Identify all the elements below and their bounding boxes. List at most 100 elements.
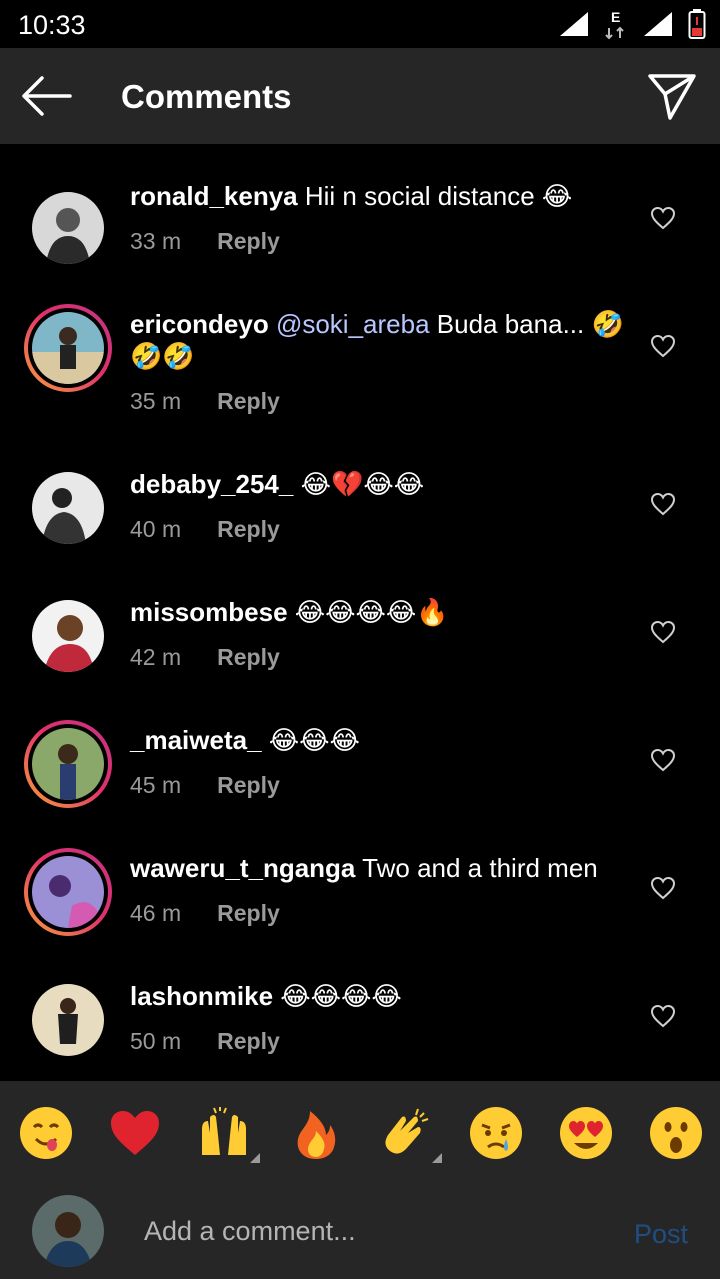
back-button[interactable] xyxy=(20,74,76,118)
emoji-fire-button[interactable] xyxy=(288,1105,344,1161)
avatar-story-ring[interactable] xyxy=(24,720,112,808)
heart-icon[interactable] xyxy=(650,620,676,644)
comments-list[interactable]: ronald_kenya Hii n social distance 😂 33 … xyxy=(0,144,720,1081)
avatar-photo xyxy=(32,472,104,544)
comment-username[interactable]: lashonmike xyxy=(130,981,273,1011)
comment-meta: 33 m Reply xyxy=(130,228,280,255)
emoji-raised-hands-button[interactable] xyxy=(196,1105,260,1163)
current-user-avatar xyxy=(32,1195,104,1267)
post-button[interactable]: Post xyxy=(634,1219,688,1250)
comment-username[interactable]: ronald_kenya xyxy=(130,181,298,211)
raised-hands-icon xyxy=(202,1107,246,1155)
comment-meta: 45 m Reply xyxy=(130,772,280,799)
comment-text: Hii n social distance 😂 xyxy=(304,181,573,211)
signal-icon xyxy=(560,12,588,36)
comment-meta: 50 m Reply xyxy=(130,1028,280,1055)
reply-button[interactable]: Reply xyxy=(217,772,280,798)
comment-time: 40 m xyxy=(130,516,182,542)
comment-mention[interactable]: @soki_areba xyxy=(276,309,430,339)
variant-indicator xyxy=(250,1153,260,1163)
emoji-clap-button[interactable] xyxy=(378,1105,442,1163)
app-bar: Comments xyxy=(0,48,720,144)
heart-icon[interactable] xyxy=(650,334,676,358)
avatar[interactable] xyxy=(24,184,112,272)
comment-input[interactable] xyxy=(144,1213,604,1249)
comment-content: waweru_t_nganga Two and a third men xyxy=(130,852,630,884)
status-time: 10:33 xyxy=(18,10,86,40)
heart-eyes-icon xyxy=(560,1107,612,1159)
comment-content: lashonmike 😂😂😂😂 xyxy=(130,980,630,1012)
avatar[interactable] xyxy=(24,592,112,680)
share-button[interactable] xyxy=(646,70,698,122)
data-network-icon: E xyxy=(605,9,624,40)
comment-text: 😂💔😂😂 xyxy=(300,469,425,499)
heart-icon[interactable] xyxy=(650,748,676,772)
heart-icon[interactable] xyxy=(650,876,676,900)
crying-face-icon xyxy=(470,1107,522,1159)
emoji-crying-button[interactable] xyxy=(468,1105,524,1161)
comment-text: 😂😂😂😂 xyxy=(280,981,402,1011)
avatar-photo xyxy=(32,192,104,264)
emoji-heart-eyes-button[interactable] xyxy=(558,1105,614,1161)
quick-emoji-bar xyxy=(0,1081,720,1185)
comment-content: ronald_kenya Hii n social distance 😂 xyxy=(130,180,630,212)
emoji-yum-button[interactable] xyxy=(18,1105,74,1161)
variant-indicator xyxy=(432,1153,442,1163)
reply-button[interactable]: Reply xyxy=(217,644,280,670)
reply-button[interactable]: Reply xyxy=(217,516,280,542)
comment-text: 😂😂😂 xyxy=(268,725,360,755)
heart-icon[interactable] xyxy=(650,206,676,230)
fire-icon xyxy=(297,1111,336,1159)
comment-composer: Post xyxy=(0,1185,720,1279)
comment-username[interactable]: ericondeyo xyxy=(130,309,269,339)
avatar-photo xyxy=(32,984,104,1056)
comment-time: 46 m xyxy=(130,900,182,926)
reply-button[interactable]: Reply xyxy=(217,900,280,926)
comment-time: 35 m xyxy=(130,388,182,414)
comment-content: ericondeyo @soki_areba Buda bana... 🤣🤣🤣 xyxy=(130,308,630,372)
status-bar: 10:33 E xyxy=(0,0,720,48)
avatar-photo xyxy=(32,312,104,384)
comment-content: missombese 😂😂😂😂🔥 xyxy=(130,596,630,628)
avatar-story-ring[interactable] xyxy=(24,848,112,936)
comment-username[interactable]: waweru_t_nganga xyxy=(130,853,355,883)
yum-face-icon xyxy=(20,1107,72,1159)
avatar[interactable] xyxy=(24,976,112,1064)
comment-text: 😂😂😂😂🔥 xyxy=(294,597,449,627)
heart-icon[interactable] xyxy=(650,1004,676,1028)
comment-text: Two and a third men xyxy=(362,853,598,883)
emoji-surprised-button[interactable] xyxy=(648,1105,704,1161)
comment-time: 42 m xyxy=(130,644,182,670)
avatar-photo xyxy=(32,1195,104,1267)
comment-username[interactable]: missombese xyxy=(130,597,288,627)
status-icons: E xyxy=(558,8,706,40)
avatar-photo xyxy=(32,856,104,928)
comment-username[interactable]: debaby_254_ xyxy=(130,469,293,499)
svg-text:E: E xyxy=(611,9,620,25)
avatar-story-ring[interactable] xyxy=(24,304,112,392)
reply-button[interactable]: Reply xyxy=(217,1028,280,1054)
comment-time: 50 m xyxy=(130,1028,182,1054)
comment-meta: 46 m Reply xyxy=(130,900,280,927)
avatar[interactable] xyxy=(24,464,112,552)
comment-content: debaby_254_ 😂💔😂😂 xyxy=(130,468,630,500)
avatar-photo xyxy=(32,728,104,800)
red-heart-icon xyxy=(111,1111,159,1155)
comment-meta: 42 m Reply xyxy=(130,644,280,671)
comment-meta: 35 m Reply xyxy=(130,388,280,415)
reply-button[interactable]: Reply xyxy=(217,228,280,254)
comment-time: 45 m xyxy=(130,772,182,798)
comment-time: 33 m xyxy=(130,228,182,254)
comment-username[interactable]: _maiweta_ xyxy=(130,725,262,755)
paper-plane-icon xyxy=(648,74,696,120)
battery-low-icon xyxy=(688,9,706,39)
clapping-hands-icon xyxy=(385,1108,429,1154)
heart-icon[interactable] xyxy=(650,492,676,516)
comment-meta: 40 m Reply xyxy=(130,516,280,543)
comment-content: _maiweta_ 😂😂😂 xyxy=(130,724,630,756)
page-title: Comments xyxy=(121,78,292,115)
reply-button[interactable]: Reply xyxy=(217,388,280,414)
surprised-face-icon xyxy=(650,1107,702,1159)
avatar-photo xyxy=(32,600,104,672)
emoji-heart-button[interactable] xyxy=(107,1105,163,1161)
